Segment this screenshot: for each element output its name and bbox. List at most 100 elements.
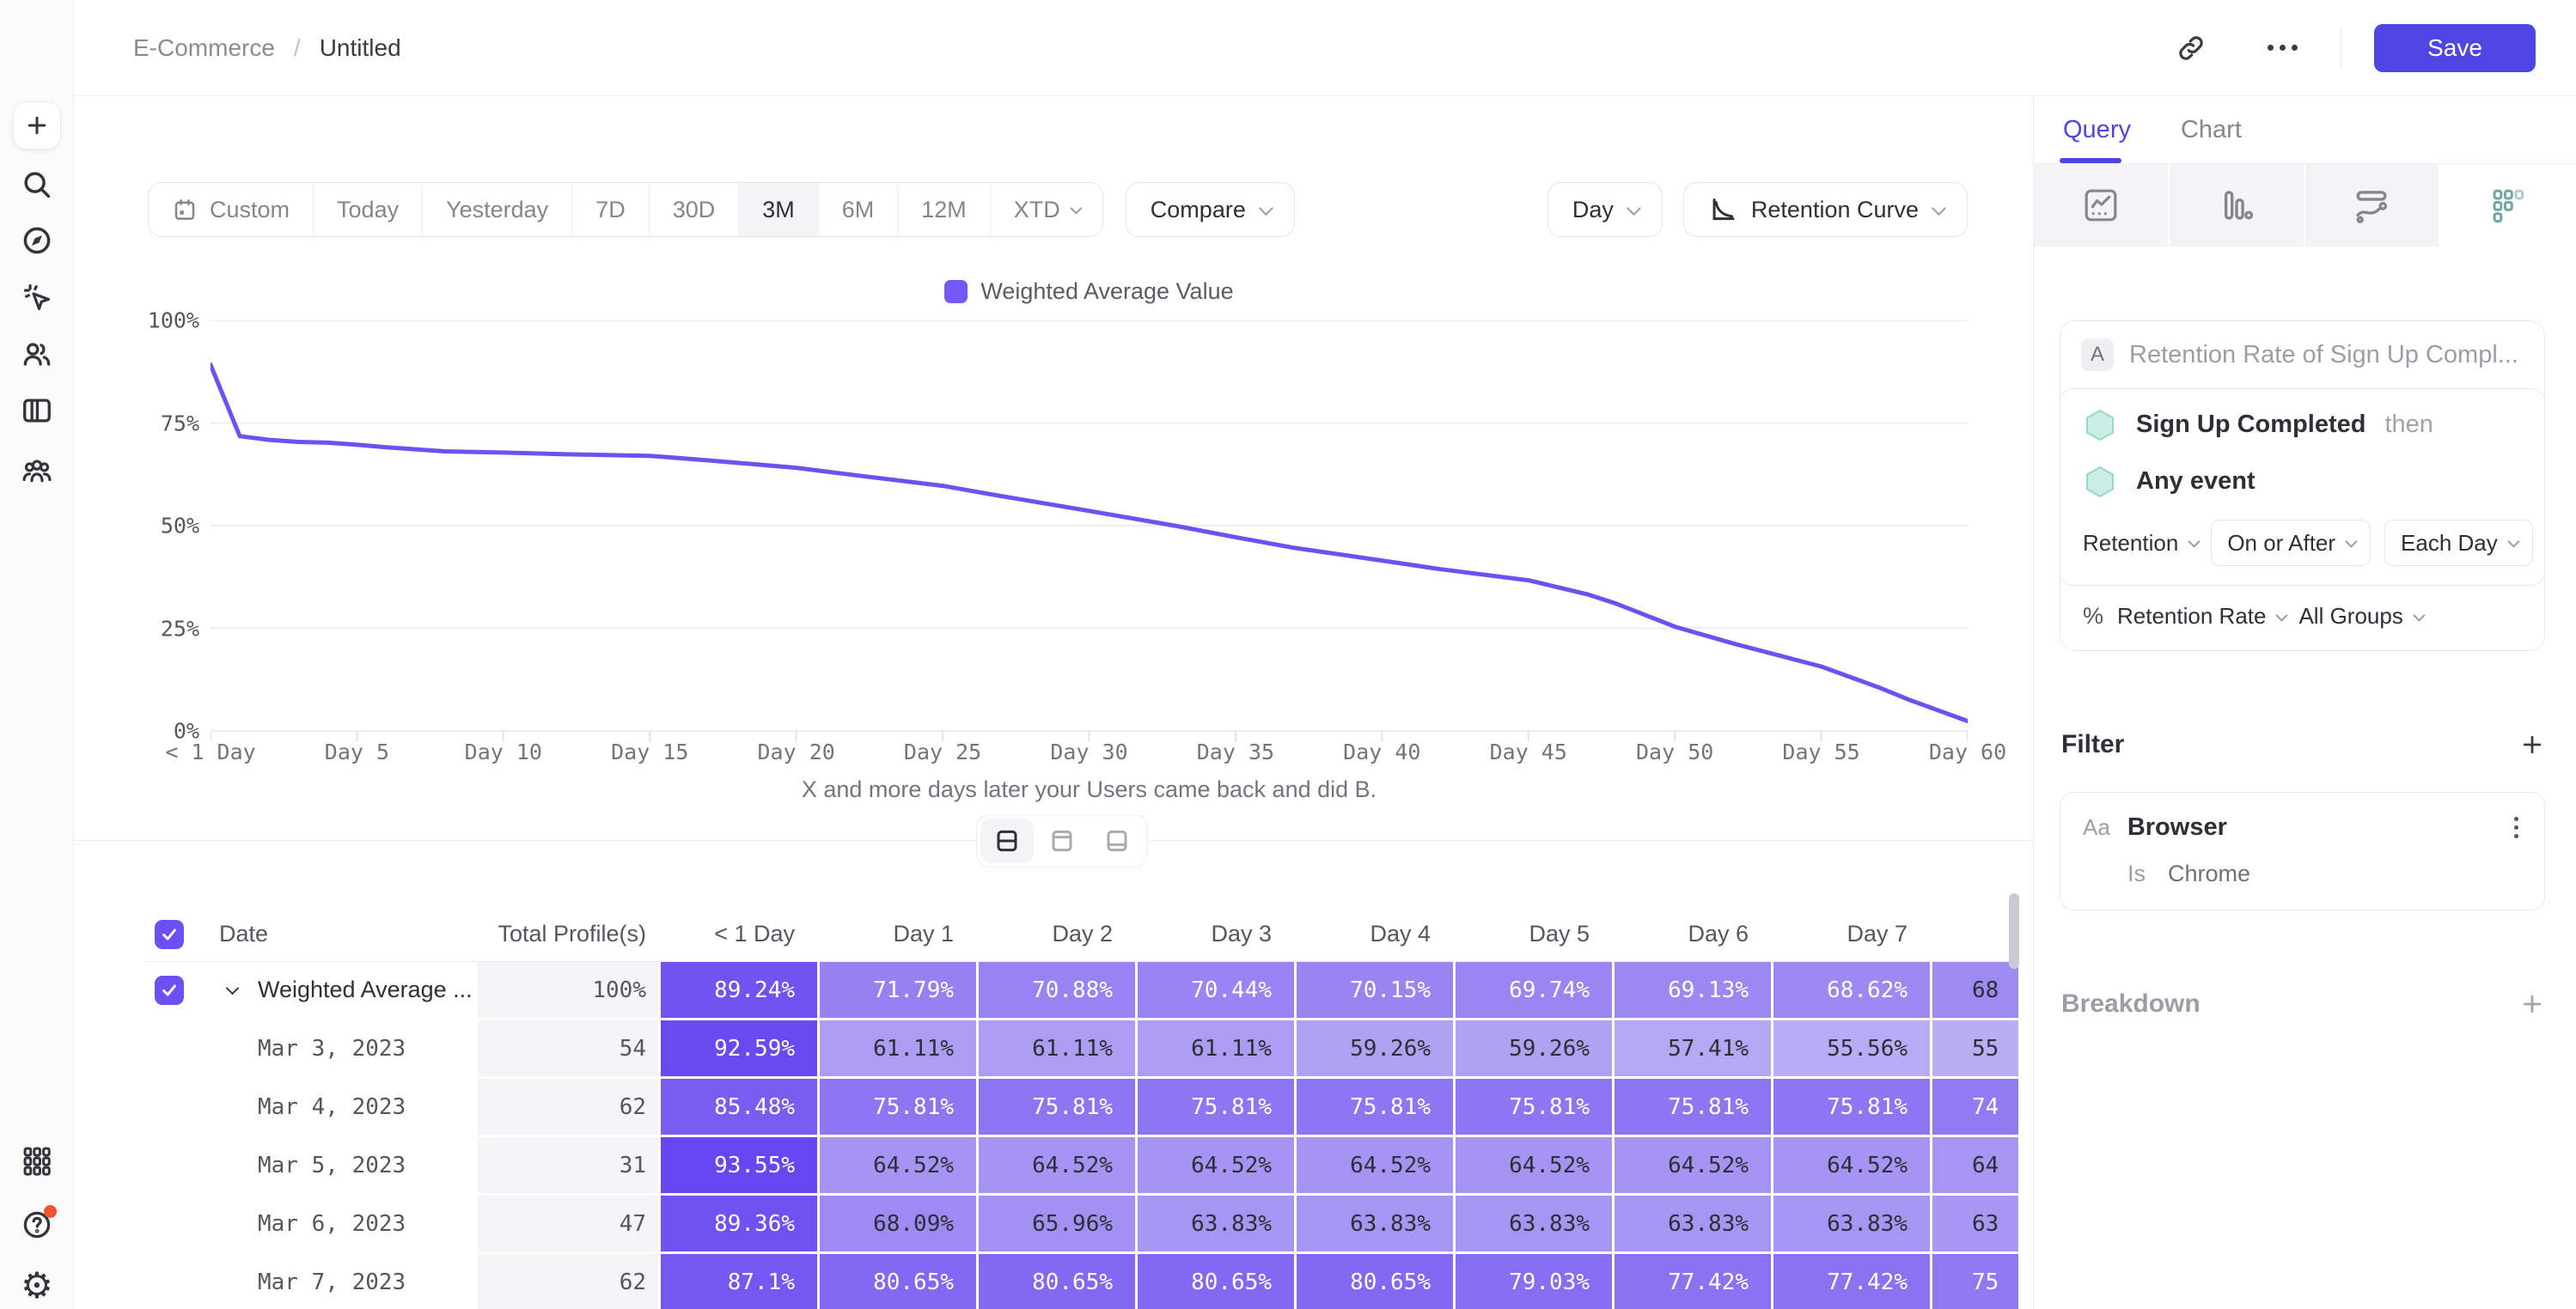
- breadcrumb-current[interactable]: Untitled: [320, 34, 401, 62]
- retention-cell[interactable]: 57.41%: [1615, 1020, 1771, 1076]
- retention-cell[interactable]: 63.83%: [1297, 1196, 1453, 1251]
- range-button-7d[interactable]: 7D: [572, 183, 650, 236]
- retention-cell[interactable]: 69.74%: [1456, 962, 1612, 1018]
- breadcrumb-parent[interactable]: E-Commerce: [133, 34, 275, 62]
- retention-mode-dropdown[interactable]: Retention: [2083, 530, 2197, 557]
- column-header[interactable]: Day 6: [1615, 921, 1771, 947]
- range-button-xtd[interactable]: XTD: [991, 183, 1102, 236]
- retention-cell[interactable]: 85.48%: [661, 1079, 817, 1135]
- magic-pointer-icon[interactable]: [21, 281, 53, 314]
- retention-cell[interactable]: 70.44%: [1138, 962, 1294, 1018]
- retention-cell[interactable]: 80.65%: [1138, 1254, 1294, 1309]
- retention-cell[interactable]: 69.13%: [1615, 962, 1771, 1018]
- viz-line-chart-button[interactable]: [2034, 164, 2170, 247]
- column-header[interactable]: Day 4: [1297, 921, 1453, 947]
- expand-chevron-icon[interactable]: [226, 982, 240, 995]
- table-row[interactable]: Mar 7, 20236287.1%80.65%80.65%80.65%80.6…: [146, 1254, 2018, 1309]
- column-header[interactable]: Day 5: [1456, 921, 1612, 947]
- retention-cell[interactable]: 61.11%: [820, 1020, 976, 1076]
- apps-grid-icon[interactable]: [21, 1144, 53, 1177]
- retention-cell[interactable]: 75.81%: [1773, 1079, 1930, 1135]
- retention-cell[interactable]: 77.42%: [1773, 1254, 1930, 1309]
- create-new-button[interactable]: [13, 101, 61, 149]
- retention-cell[interactable]: 75.81%: [1138, 1079, 1294, 1135]
- retention-cell[interactable]: 64.52%: [1773, 1137, 1930, 1193]
- layout-split-view-button[interactable]: [980, 819, 1034, 863]
- retention-cell[interactable]: 92.59%: [661, 1020, 817, 1076]
- column-header[interactable]: Day 7: [1773, 921, 1930, 947]
- retention-cell-clipped[interactable]: 55: [1932, 1020, 2018, 1076]
- range-button-yesterday[interactable]: Yesterday: [423, 183, 572, 236]
- retention-cell[interactable]: 61.11%: [1138, 1020, 1294, 1076]
- viz-bar-chart-button[interactable]: [2170, 164, 2305, 247]
- retention-cell[interactable]: 64.52%: [820, 1137, 976, 1193]
- layout-table-only-button[interactable]: [1090, 819, 1144, 863]
- viz-flow-button[interactable]: [2305, 164, 2441, 247]
- retention-cell[interactable]: 77.42%: [1615, 1254, 1771, 1309]
- retention-cell[interactable]: 64.52%: [1138, 1137, 1294, 1193]
- chart-type-dropdown[interactable]: Retention Curve: [1683, 182, 1968, 237]
- table-row[interactable]: Mar 5, 20233193.55%64.52%64.52%64.52%64.…: [146, 1137, 2018, 1193]
- retention-cell[interactable]: 89.24%: [661, 962, 817, 1018]
- event-row-first[interactable]: Sign Up Completed then: [2060, 389, 2544, 446]
- retention-cell[interactable]: 75.81%: [1615, 1079, 1771, 1135]
- window-dropdown[interactable]: Each Day: [2384, 520, 2533, 566]
- share-link-button[interactable]: [2172, 29, 2210, 67]
- row-checkbox[interactable]: [155, 976, 184, 1005]
- column-header[interactable]: Day 2: [979, 921, 1135, 947]
- add-filter-button[interactable]: [2519, 732, 2545, 758]
- retention-cell-clipped[interactable]: 68: [1932, 962, 2018, 1018]
- tab-query[interactable]: Query: [2063, 96, 2131, 163]
- help-icon[interactable]: [21, 1209, 53, 1241]
- retention-cell[interactable]: 93.55%: [661, 1137, 817, 1193]
- retention-cell[interactable]: 80.65%: [820, 1254, 976, 1309]
- retention-cell[interactable]: 59.26%: [1297, 1020, 1453, 1076]
- retention-cell[interactable]: 59.26%: [1456, 1020, 1612, 1076]
- event-row-return[interactable]: Any event: [2060, 446, 2544, 502]
- retention-cell[interactable]: 75.81%: [820, 1079, 976, 1135]
- filter-options-kebab[interactable]: [2511, 813, 2522, 842]
- column-header[interactable]: Day 3: [1138, 921, 1294, 947]
- retention-cell[interactable]: 80.65%: [979, 1254, 1135, 1309]
- audience-icon[interactable]: [21, 454, 53, 487]
- more-options-button[interactable]: [2263, 29, 2301, 67]
- table-row[interactable]: Weighted Average ...100%89.24%71.79%70.8…: [146, 962, 2018, 1018]
- retention-line-chart[interactable]: [211, 320, 1968, 743]
- compare-button[interactable]: Compare: [1126, 182, 1295, 237]
- retention-cell[interactable]: 64.52%: [979, 1137, 1135, 1193]
- retention-cell[interactable]: 68.62%: [1773, 962, 1930, 1018]
- retention-cell[interactable]: 61.11%: [979, 1020, 1135, 1076]
- range-button-today[interactable]: Today: [314, 183, 423, 236]
- retention-cell-clipped[interactable]: 64: [1932, 1137, 2018, 1193]
- filter-item-browser[interactable]: Aa Browser Is Chrome: [2060, 792, 2545, 910]
- filter-value[interactable]: Chrome: [2168, 861, 2250, 887]
- tab-chart[interactable]: Chart: [2181, 96, 2242, 163]
- column-header[interactable]: Day 1: [820, 921, 976, 947]
- metric-dropdown[interactable]: Retention Rate: [2117, 603, 2285, 630]
- retention-cell[interactable]: 68.09%: [820, 1196, 976, 1251]
- settings-gear-icon[interactable]: ⚙: [21, 1269, 53, 1302]
- retention-cell-clipped[interactable]: 74: [1932, 1079, 2018, 1135]
- group-dropdown[interactable]: All Groups: [2298, 603, 2421, 630]
- condition-dropdown[interactable]: On or After: [2211, 520, 2371, 566]
- retention-cell[interactable]: 70.15%: [1297, 962, 1453, 1018]
- retention-cell[interactable]: 63.83%: [1615, 1196, 1771, 1251]
- retention-cell[interactable]: 64.52%: [1297, 1137, 1453, 1193]
- row-checkbox[interactable]: [155, 920, 184, 949]
- explore-compass-icon[interactable]: [21, 224, 53, 257]
- layout-chart-only-button[interactable]: [1035, 819, 1089, 863]
- retention-cell[interactable]: 75.81%: [1456, 1079, 1612, 1135]
- retention-cell-clipped[interactable]: 75: [1932, 1254, 2018, 1309]
- retention-cell[interactable]: 64.52%: [1456, 1137, 1612, 1193]
- table-row[interactable]: Mar 6, 20234789.36%68.09%65.96%63.83%63.…: [146, 1196, 2018, 1251]
- table-row[interactable]: Mar 3, 20235492.59%61.11%61.11%61.11%59.…: [146, 1020, 2018, 1076]
- retention-cell[interactable]: 75.81%: [979, 1079, 1135, 1135]
- retention-cell-clipped[interactable]: 63: [1932, 1196, 2018, 1251]
- retention-cell[interactable]: 63.83%: [1773, 1196, 1930, 1251]
- range-button-6m[interactable]: 6M: [819, 183, 899, 236]
- retention-cell[interactable]: 70.88%: [979, 962, 1135, 1018]
- panels-icon[interactable]: [21, 394, 53, 427]
- users-icon[interactable]: [21, 338, 53, 370]
- column-header[interactable]: Total Profile(s): [478, 921, 658, 947]
- retention-cell[interactable]: 87.1%: [661, 1254, 817, 1309]
